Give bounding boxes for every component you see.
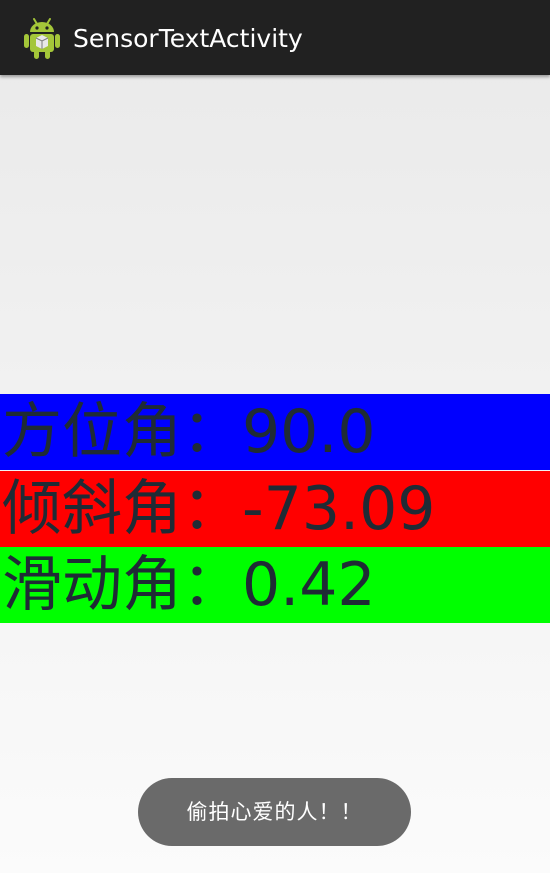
android-robot-icon[interactable] [22, 16, 62, 60]
azimuth-row: 方位角：90.0 [0, 394, 550, 470]
roll-row: 滑动角：0.42 [0, 547, 550, 623]
toast-message: 偷拍心爱的人！！ [138, 778, 411, 846]
roll-label: 滑动角： [2, 550, 242, 620]
pitch-label: 倾斜角： [2, 474, 242, 544]
azimuth-label: 方位角： [2, 397, 242, 467]
pitch-row: 倾斜角：-73.09 [0, 471, 550, 547]
action-bar: SensorTextActivity [0, 0, 550, 75]
app-title: SensorTextActivity [73, 24, 303, 53]
azimuth-value: 90.0 [242, 397, 376, 467]
pitch-value: -73.09 [242, 474, 436, 544]
roll-value: 0.42 [242, 550, 376, 620]
